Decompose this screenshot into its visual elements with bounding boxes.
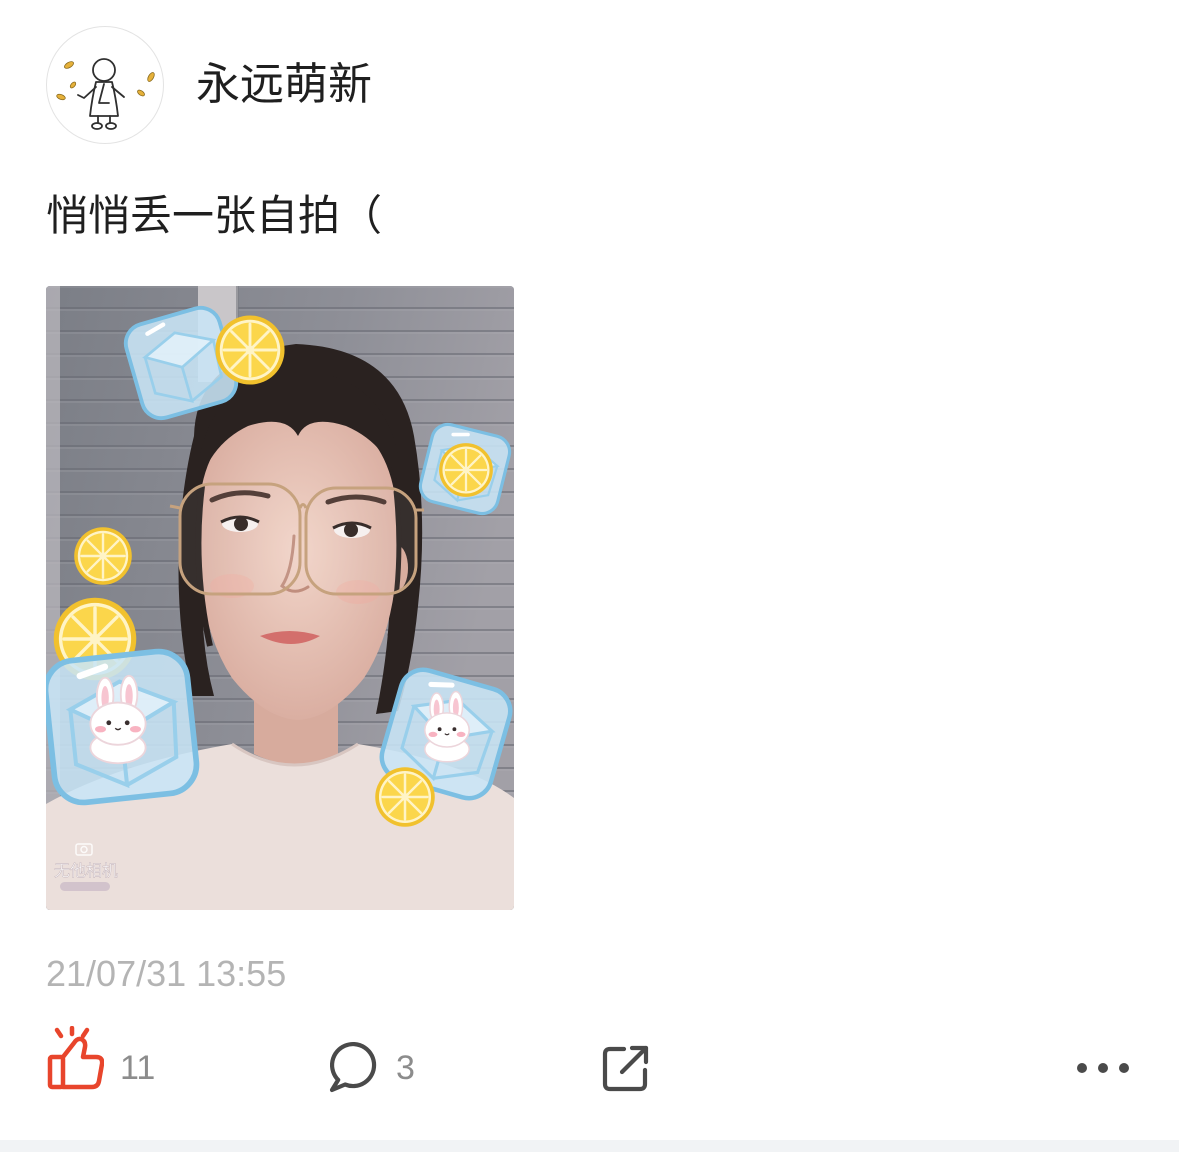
like-button[interactable]: 11 [46, 1024, 166, 1110]
stick-figure [77, 58, 125, 130]
comment-button[interactable]: 3 [324, 1024, 434, 1110]
feed-separator [0, 1140, 1179, 1152]
lemon-slice-sticker [438, 442, 494, 498]
author-avatar[interactable] [46, 26, 164, 144]
feed-post: 永远萌新 悄悄丢一张自拍（ 无他相机 21/07/31 13:55 11 3 [0, 0, 1179, 1140]
author-name[interactable]: 永远萌新 [196, 58, 372, 112]
lemon-slice-sticker [374, 766, 436, 828]
post-photo[interactable]: 无他相机 [46, 286, 514, 910]
comment-icon [329, 1041, 377, 1093]
selfie-image: 无他相机 [46, 286, 514, 910]
more-icon [1077, 1063, 1129, 1073]
stick-figure-avatar-icon [56, 58, 155, 130]
comment-count: 3 [396, 1049, 415, 1087]
share-icon [602, 1045, 649, 1092]
post-timestamp: 21/07/31 13:55 [46, 953, 287, 994]
post-text: 悄悄丢一张自拍（ [46, 192, 383, 239]
eyeglasses [169, 482, 424, 596]
like-count: 11 [120, 1049, 156, 1087]
watermark-text: 无他相机 [54, 862, 118, 880]
lemon-slice-sticker [73, 526, 133, 586]
more-options-button[interactable] [1074, 1024, 1136, 1110]
share-button[interactable] [600, 1024, 656, 1110]
thumbs-up-icon [47, 1026, 104, 1090]
lemon-slice-sticker [214, 314, 286, 386]
